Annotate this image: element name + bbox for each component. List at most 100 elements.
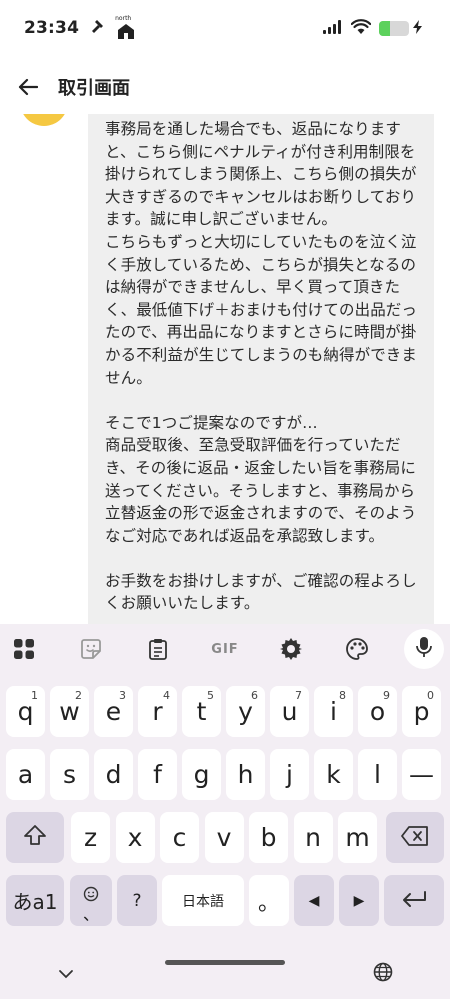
navigation-app-icon: north <box>115 15 137 39</box>
period-key[interactable]: 。 <box>249 875 289 926</box>
key-x-label: x <box>127 823 143 852</box>
key-q[interactable]: q1 <box>6 686 45 737</box>
key-dash-label: — <box>409 760 434 789</box>
key-r[interactable]: r4 <box>138 686 177 737</box>
clipboard-icon[interactable] <box>142 634 174 664</box>
sticker-icon[interactable] <box>75 634 107 664</box>
key-h[interactable]: h <box>226 749 265 800</box>
wifi-icon <box>350 18 372 38</box>
apps-grid-icon[interactable] <box>8 634 40 664</box>
key-z[interactable]: z <box>71 812 110 863</box>
key-o-hint: 9 <box>383 689 390 702</box>
mode-switch-label: あa1 <box>12 890 58 914</box>
cursor-left-key[interactable]: ◀ <box>294 875 334 926</box>
microphone-icon <box>416 636 432 662</box>
key-l[interactable]: l <box>358 749 397 800</box>
key-o[interactable]: o9 <box>358 686 397 737</box>
shift-key[interactable] <box>6 812 64 863</box>
settings-gear-icon[interactable] <box>275 634 307 664</box>
hide-keyboard-icon[interactable] <box>58 964 74 983</box>
key-w-hint: 2 <box>75 689 82 702</box>
key-i-hint: 8 <box>339 689 346 702</box>
emoji-punct-key[interactable]: 、 <box>70 875 112 926</box>
space-key[interactable]: 日本語 <box>162 875 244 926</box>
key-p[interactable]: p0 <box>402 686 441 737</box>
key-y[interactable]: y6 <box>226 686 265 737</box>
language-globe-icon[interactable] <box>373 962 393 986</box>
signal-icon <box>323 19 343 38</box>
key-g[interactable]: g <box>182 749 221 800</box>
key-s[interactable]: s <box>50 749 89 800</box>
key-x[interactable]: x <box>115 812 155 863</box>
enter-key[interactable] <box>384 875 444 926</box>
key-g-label: g <box>193 760 210 789</box>
key-z-label: z <box>83 823 98 852</box>
key-q-hint: 1 <box>31 689 38 702</box>
key-t-label: t <box>196 697 207 726</box>
mode-switch-key[interactable]: あa1 <box>6 875 64 926</box>
key-u[interactable]: u7 <box>270 686 309 737</box>
key-t[interactable]: t5 <box>182 686 221 737</box>
battery-level <box>379 20 390 36</box>
message-thread[interactable]: 事務局を通した場合でも、返品になりますと、こちら側にペナルティが付き利用制限を掛… <box>0 114 450 624</box>
key-f-label: f <box>153 760 162 789</box>
key-r-label: r <box>152 697 163 726</box>
key-j[interactable]: j <box>270 749 309 800</box>
home-indicator[interactable] <box>165 960 285 965</box>
theme-palette-icon[interactable] <box>341 634 373 664</box>
question-key[interactable]: ? <box>117 875 157 926</box>
app-header: 取引画面 <box>0 60 450 114</box>
key-n[interactable]: n <box>293 812 333 863</box>
key-y-hint: 6 <box>251 689 258 702</box>
key-i[interactable]: i8 <box>314 686 353 737</box>
backspace-icon <box>401 823 429 852</box>
key-a[interactable]: a <box>6 749 45 800</box>
key-s-label: s <box>62 760 77 789</box>
system-nav-bar <box>0 940 450 999</box>
message-paragraph-1: 事務局を通した場合でも、返品になりますと、こちら側にペナルティが付き利用制限を掛… <box>105 120 418 387</box>
key-l-label: l <box>374 760 381 789</box>
charging-icon <box>413 19 422 38</box>
comma-label: 、 <box>82 905 99 924</box>
battery-icon <box>379 20 409 36</box>
page-title: 取引画面 <box>58 78 130 99</box>
status-right <box>323 18 422 38</box>
key-p-hint: 0 <box>427 689 434 702</box>
key-c[interactable]: c <box>160 812 199 863</box>
key-f[interactable]: f <box>138 749 177 800</box>
key-m[interactable]: m <box>338 812 377 863</box>
microphone-button[interactable] <box>404 629 444 669</box>
key-b-label: b <box>260 823 277 852</box>
key-d[interactable]: d <box>94 749 133 800</box>
key-v-label: v <box>216 823 232 852</box>
key-k[interactable]: k <box>314 749 353 800</box>
message-bubble: 事務局を通した場合でも、返品になりますと、こちら側にペナルティが付き利用制限を掛… <box>88 114 434 624</box>
enter-icon <box>401 886 427 915</box>
message-paragraph-2: そこで1つご提案なのですが… 商品受取後、至急受取評価を行っていただき、その後に… <box>105 413 417 545</box>
key-a-label: a <box>17 760 34 789</box>
avatar[interactable] <box>20 114 68 126</box>
key-b[interactable]: b <box>249 812 288 863</box>
key-m-label: m <box>345 823 370 852</box>
status-left: 23:34 north <box>24 15 137 39</box>
key-h-label: h <box>237 760 254 789</box>
emoji-icon <box>83 879 99 908</box>
key-w[interactable]: w2 <box>50 686 89 737</box>
key-dash[interactable]: — <box>402 749 441 800</box>
key-u-hint: 7 <box>295 689 302 702</box>
cursor-right-key[interactable]: ▶ <box>339 875 379 926</box>
shift-icon <box>23 823 47 852</box>
status-time: 23:34 <box>24 18 80 38</box>
dnd-icon <box>89 18 105 38</box>
key-d-label: d <box>105 760 122 789</box>
gif-button[interactable]: GIF <box>205 634 245 664</box>
back-arrow-icon[interactable] <box>16 75 40 99</box>
key-c-label: c <box>172 823 187 852</box>
backspace-key[interactable] <box>386 812 444 863</box>
key-k-label: k <box>326 760 341 789</box>
keyboard-toolbar: GIF <box>0 624 450 674</box>
status-bar: 23:34 north <box>0 0 450 56</box>
key-e[interactable]: e3 <box>94 686 133 737</box>
key-v[interactable]: v <box>204 812 244 863</box>
key-j-label: j <box>286 760 293 789</box>
